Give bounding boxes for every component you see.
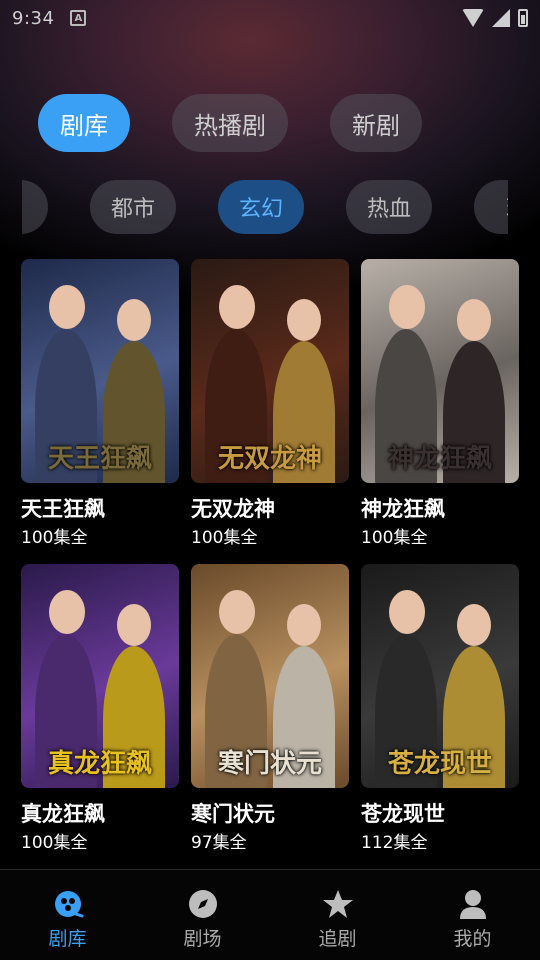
drama-poster[interactable]: 寒门状元 [191, 564, 349, 788]
drama-poster[interactable]: 真龙狂飙 [21, 564, 179, 788]
poster-face [389, 285, 425, 329]
drama-card[interactable]: 天王狂飙 天王狂飙 100集全 [21, 259, 179, 564]
poster-face [49, 285, 85, 329]
nav-theater[interactable]: 剧场 [135, 870, 270, 960]
profile-icon [457, 888, 489, 920]
poster-face [117, 604, 151, 646]
poster-face [287, 604, 321, 646]
poster-title: 真龙狂飙 [47, 749, 152, 779]
drama-episodes: 112集全 [361, 833, 428, 853]
nav-label: 追剧 [318, 928, 357, 950]
drama-title[interactable]: 无双龙神 [191, 493, 349, 521]
poster-title: 寒门状元 [217, 749, 322, 779]
poster-face [117, 299, 151, 341]
tab-hot-dramas[interactable]: 热播剧 [172, 94, 288, 152]
poster-face [389, 590, 425, 634]
nav-label: 我的 [453, 928, 492, 950]
category-chip-partial[interactable] [22, 180, 48, 234]
poster-title: 天王狂飙 [47, 444, 152, 474]
status-bar: 9:34 A [0, 0, 540, 36]
category-chip-urban[interactable]: 都市 [90, 180, 176, 234]
drama-episodes: 100集全 [21, 833, 88, 853]
drama-card[interactable]: 无双龙神 无双龙神 100集全 [191, 259, 349, 564]
category-chip-hot-blood[interactable]: 热血 [346, 180, 432, 234]
nav-label: 剧场 [183, 928, 222, 950]
drama-card[interactable]: 苍龙现世 苍龙现世 112集全 [361, 564, 519, 869]
wifi-icon [462, 9, 484, 27]
drama-title[interactable]: 真龙狂飙 [21, 798, 179, 826]
drama-episodes: 97集全 [191, 833, 247, 853]
tab-drama-library[interactable]: 剧库 [38, 94, 130, 152]
drama-title[interactable]: 苍龙现世 [361, 798, 519, 826]
poster-title: 无双龙神 [217, 444, 322, 474]
poster-face [287, 299, 321, 341]
drama-episodes: 100集全 [191, 528, 258, 548]
poster-title: 苍龙现世 [387, 749, 492, 779]
drama-poster[interactable]: 苍龙现世 [361, 564, 519, 788]
notification-icon: A [70, 10, 87, 26]
bottom-navigation: 剧库 剧场 追剧 我的 [0, 869, 540, 960]
poster-face [49, 590, 85, 634]
compass-icon [187, 888, 219, 920]
nav-following[interactable]: 追剧 [270, 870, 405, 960]
drama-title[interactable]: 寒门状元 [191, 798, 349, 826]
category-filter: 都市 玄幻 热血 现 [22, 180, 508, 236]
nav-drama-library[interactable]: 剧库 [0, 870, 135, 960]
drama-grid: 天王狂飙 天王狂飙 100集全 无双龙神 无双龙神 100集全 神龙狂飙 神龙狂… [21, 259, 519, 869]
drama-title[interactable]: 天王狂飙 [21, 493, 179, 521]
poster-face [219, 285, 255, 329]
drama-episodes: 100集全 [21, 528, 88, 548]
drama-card[interactable]: 真龙狂飙 真龙狂飙 100集全 [21, 564, 179, 869]
drama-poster[interactable]: 天王狂飙 [21, 259, 179, 483]
status-time: 9:34 [12, 7, 55, 29]
drama-library-icon [52, 888, 84, 920]
category-chip-fantasy[interactable]: 玄幻 [218, 180, 304, 234]
battery-icon [518, 9, 528, 27]
poster-face [457, 604, 491, 646]
category-chip-modern[interactable]: 现 [474, 180, 508, 234]
drama-poster[interactable]: 神龙狂飙 [361, 259, 519, 483]
drama-episodes: 100集全 [361, 528, 428, 548]
drama-card[interactable]: 寒门状元 寒门状元 97集全 [191, 564, 349, 869]
star-icon [322, 888, 354, 920]
signal-icon [492, 9, 510, 27]
top-tabs: 剧库 热播剧 新剧 [38, 94, 422, 152]
poster-face [219, 590, 255, 634]
nav-label: 剧库 [48, 928, 87, 950]
drama-title[interactable]: 神龙狂飙 [361, 493, 519, 521]
drama-poster[interactable]: 无双龙神 [191, 259, 349, 483]
tab-new-dramas[interactable]: 新剧 [330, 94, 422, 152]
drama-card[interactable]: 神龙狂飙 神龙狂飙 100集全 [361, 259, 519, 564]
nav-profile[interactable]: 我的 [405, 870, 540, 960]
poster-title: 神龙狂飙 [387, 444, 492, 474]
poster-face [457, 299, 491, 341]
